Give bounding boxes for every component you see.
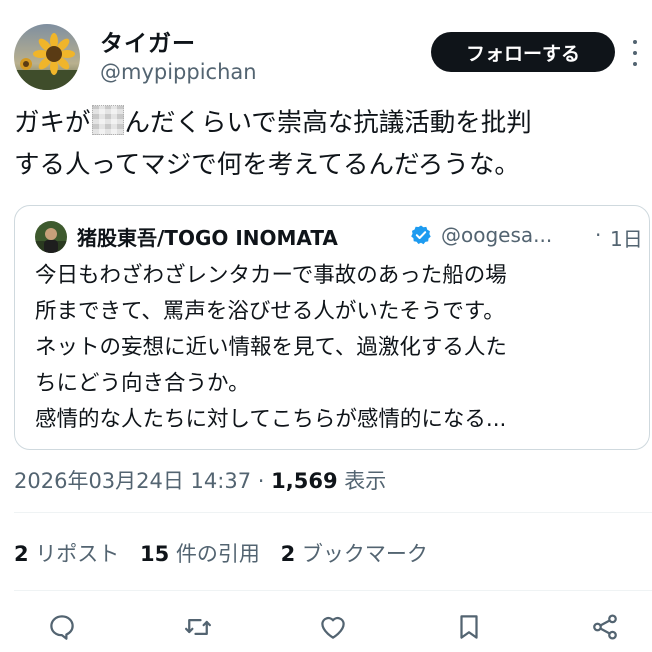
quoted-author-handle[interactable]: @oogesa... <box>441 223 552 247</box>
repost-stat[interactable]: 2 リポスト <box>14 542 119 566</box>
quoted-line: 今日もわざわざレンタカーで事故のあった船の場 <box>35 263 507 288</box>
view-count: 1,569 <box>271 469 338 493</box>
quote-stat[interactable]: 15 件の引用 <box>140 542 260 566</box>
reply-button[interactable] <box>47 612 77 642</box>
repost-label: リポスト <box>35 542 120 566</box>
quoted-author-name[interactable]: 猪股東吾/TOGO INOMATA <box>77 222 338 251</box>
share-icon <box>593 614 617 640</box>
bookmark-stat[interactable]: 2 ブックマーク <box>281 542 428 566</box>
engagement-stats: 2 リポスト 15 件の引用 2 ブックマーク <box>14 538 442 568</box>
divider <box>14 512 652 513</box>
tweet-text: ガキが んだくらいで崇高な抗議活動を批判 する人ってマジで何を考えてるんだろうな。 <box>14 102 644 186</box>
repost-icon <box>185 619 211 635</box>
tweet-datetime[interactable]: 2026年03月24日 14:37 <box>14 469 251 493</box>
bookmark-button[interactable] <box>454 612 484 642</box>
quoted-author-avatar[interactable] <box>35 221 67 253</box>
quoted-line: ちにどう向き合うか。 <box>35 371 250 396</box>
quote-label: 件の引用 <box>175 542 260 566</box>
separator-dot: · <box>595 223 602 247</box>
author-name[interactable]: タイガー <box>100 24 196 58</box>
censored-mosaic <box>91 105 124 135</box>
quoted-line: 感情的な人たちに対してこちらが感情的になる... <box>35 407 507 432</box>
quoted-line: ネットの妄想に近い情報を見て、過激化する人た <box>35 335 507 360</box>
bookmark-label: ブックマーク <box>301 542 428 566</box>
sunflower-avatar-image <box>14 24 80 90</box>
author-avatar[interactable] <box>14 24 80 90</box>
quoted-timestamp[interactable]: 1日 <box>610 223 643 252</box>
like-button[interactable] <box>318 612 348 642</box>
quoted-tweet-card[interactable]: 猪股東吾/TOGO INOMATA @oogesa... · 1日 今日もわざわ… <box>14 205 650 450</box>
quoted-tweet-text: 今日もわざわざレンタカーで事故のあった船の場 所まできて、罵声を浴びせる人がいた… <box>35 258 645 438</box>
reply-icon <box>50 615 74 640</box>
tweet-meta: 2026年03月24日 14:37 · 1,569 表示 <box>14 465 386 495</box>
divider <box>14 590 652 591</box>
bookmark-icon <box>460 615 478 639</box>
tweet-text-part: ガキが <box>14 108 91 138</box>
tweet-text-part: んだくらいで崇高な抗議活動を批判 <box>124 108 532 138</box>
quoted-avatar-image <box>35 221 67 253</box>
author-handle[interactable]: @mypippichan <box>100 60 257 84</box>
views-label: 表示 <box>344 469 387 493</box>
repost-button[interactable] <box>183 612 213 642</box>
follow-button[interactable]: フォローする <box>431 32 615 72</box>
bookmark-count: 2 <box>280 542 296 566</box>
verified-badge-icon <box>411 225 431 245</box>
more-options-icon[interactable] <box>630 40 640 66</box>
tweet-line-1: ガキが んだくらいで崇高な抗議活動を批判 <box>14 102 644 144</box>
quote-count: 15 <box>140 542 170 566</box>
tweet-line-2: する人ってマジで何を考えてるんだろうな。 <box>14 150 520 180</box>
repost-count: 2 <box>14 542 29 566</box>
quoted-line: 所まできて、罵声を浴びせる人がいたそうです。 <box>35 299 505 324</box>
share-button[interactable] <box>590 612 620 642</box>
separator-dot: · <box>257 469 265 493</box>
like-icon <box>321 616 345 639</box>
